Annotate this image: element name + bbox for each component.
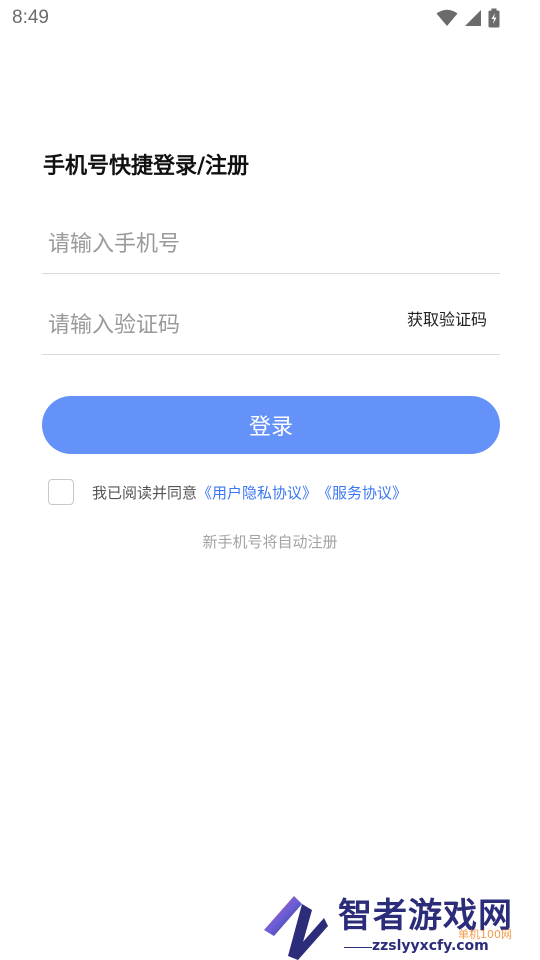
phone-field <box>42 214 500 274</box>
verification-code-input[interactable] <box>48 307 388 343</box>
battery-charging-icon <box>488 8 500 28</box>
status-bar: 8:49 <box>0 0 540 36</box>
service-agreement-link[interactable]: 《服务协议》 <box>317 482 407 503</box>
status-time: 8:49 <box>12 7 49 28</box>
wifi-icon <box>436 9 458 27</box>
agree-checkbox[interactable] <box>48 479 74 505</box>
code-field: 获取验证码 <box>42 295 500 355</box>
agreement-row: 我已阅读并同意 《用户隐私协议》 《服务协议》 <box>48 479 407 505</box>
cell-signal-icon <box>464 9 482 27</box>
status-icons <box>436 8 500 28</box>
privacy-agreement-link[interactable]: 《用户隐私协议》 <box>197 482 317 503</box>
agree-text: 我已阅读并同意 <box>92 483 198 502</box>
login-button[interactable]: 登录 <box>42 396 500 454</box>
watermark-sub: 单机100网 <box>458 928 512 941</box>
phone-input[interactable] <box>48 226 388 262</box>
get-code-button[interactable]: 获取验证码 <box>407 306 487 330</box>
page-title: 手机号快捷登录/注册 <box>43 154 250 179</box>
watermark: 智者游戏网 zzslyyxcfy.com 单机100网 <box>258 888 540 960</box>
watermark-divider <box>344 947 372 948</box>
auto-register-note: 新手机号将自动注册 <box>202 533 338 551</box>
